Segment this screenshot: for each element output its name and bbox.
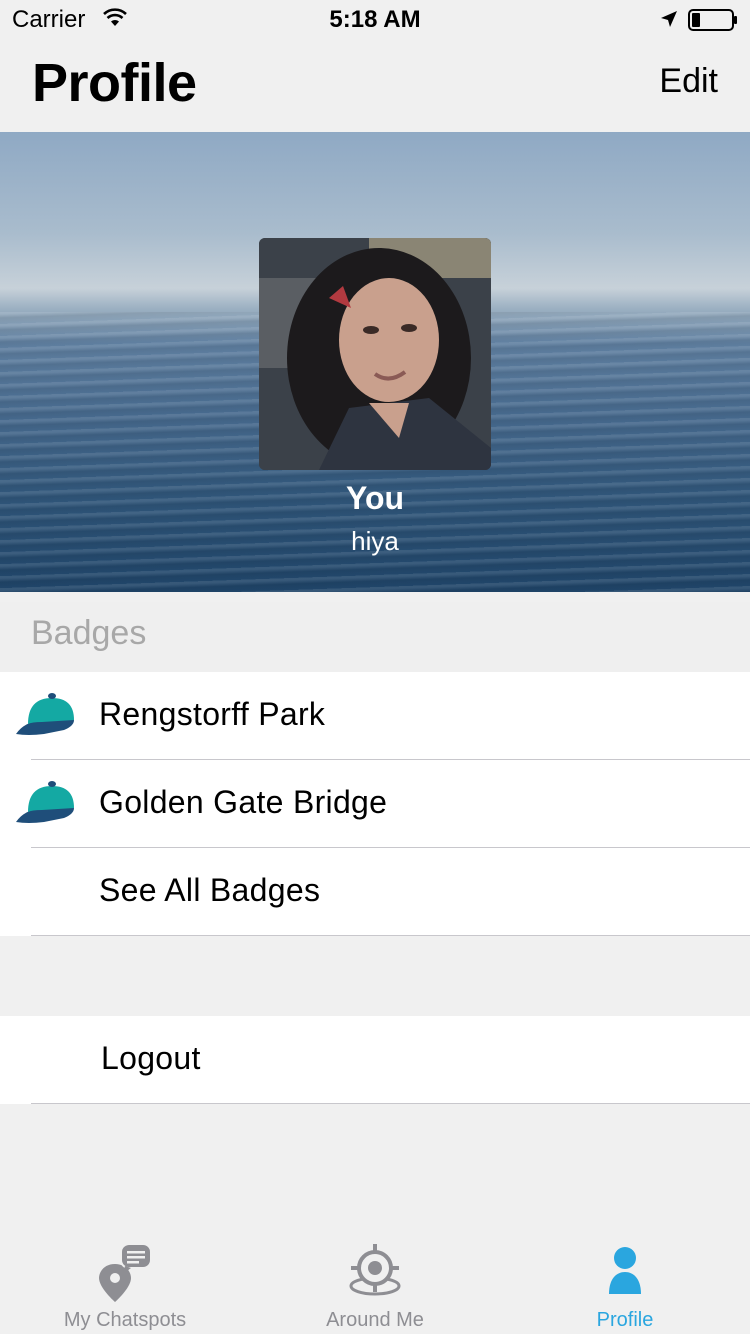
badge-row-golden-gate-bridge[interactable]: Golden Gate Bridge — [0, 760, 750, 848]
cap-icon — [14, 690, 76, 743]
account-group: Logout — [0, 1016, 750, 1104]
cap-icon — [14, 778, 76, 831]
profile-hero: You hiya — [0, 132, 750, 592]
chat-pin-icon — [95, 1242, 155, 1309]
badge-row-rengstorff-park[interactable]: Rengstorff Park — [0, 672, 750, 760]
separator — [31, 935, 750, 936]
profile-name: You — [345, 480, 405, 516]
avatar[interactable] — [259, 238, 491, 470]
tab-label: My Chatspots — [63, 1309, 187, 1331]
tab-bar: My Chatspots Around Me Profile — [0, 1236, 750, 1334]
separator — [31, 1103, 750, 1104]
tab-label: Around Me — [326, 1309, 424, 1331]
tab-label: Profile — [596, 1309, 654, 1331]
tab-around-me[interactable]: Around Me — [250, 1236, 500, 1334]
location-arrow-icon — [659, 9, 679, 34]
badge-label: Rengstorff Park — [99, 696, 326, 732]
badge-label: Golden Gate Bridge — [99, 784, 388, 820]
status-bar: Carrier 5:18 AM — [0, 0, 750, 40]
see-all-badges-label: See All Badges — [99, 872, 321, 908]
section-title: Badges — [31, 614, 147, 652]
logout-label: Logout — [101, 1040, 201, 1076]
edit-button[interactable]: Edit — [659, 62, 718, 101]
badges-section-header: Badges — [0, 602, 750, 672]
badge-list: Rengstorff Park Golden Gate Bridge See A… — [0, 672, 750, 936]
battery-icon — [688, 9, 738, 36]
tab-my-chatspots[interactable]: My Chatspots — [0, 1236, 250, 1334]
page-title: Profile — [32, 53, 197, 113]
person-icon — [595, 1242, 655, 1309]
logout-button[interactable]: Logout — [0, 1016, 750, 1104]
status-time: 5:18 AM — [329, 6, 421, 33]
tab-profile[interactable]: Profile — [500, 1236, 750, 1334]
profile-status: hiya — [351, 526, 399, 556]
nav-header: Profile Edit — [0, 40, 750, 132]
see-all-badges-button[interactable]: See All Badges — [0, 848, 750, 936]
target-icon — [345, 1242, 405, 1309]
